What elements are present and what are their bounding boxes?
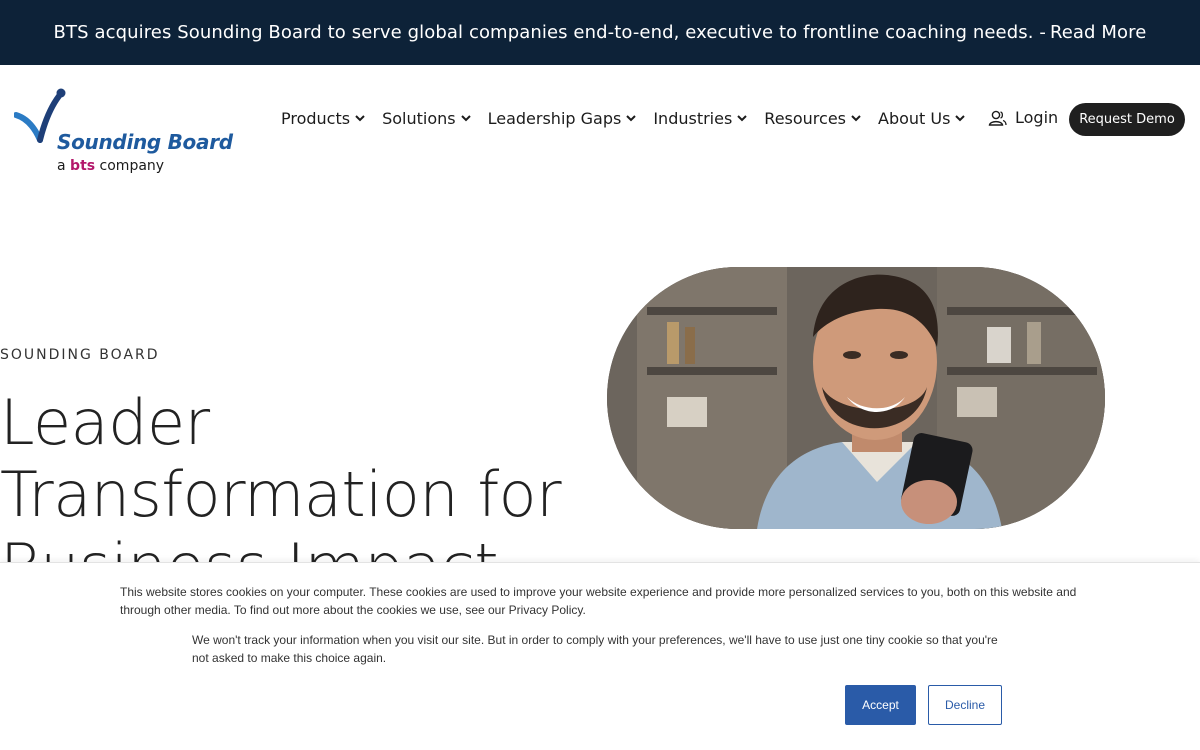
request-demo-button[interactable]: Request Demo: [1069, 103, 1185, 136]
man-smiling-at-phone-image: [607, 267, 1105, 529]
nav-item-resources[interactable]: Resources: [764, 109, 861, 128]
nav-item-solutions[interactable]: Solutions: [382, 109, 471, 128]
nav-item-label: About Us: [878, 109, 951, 128]
hero-title-line1: Leader: [0, 386, 210, 459]
hero-eyebrow: SOUNDING BOARD: [0, 347, 160, 363]
nav-item-label: Products: [281, 109, 351, 128]
accept-cookies-button[interactable]: Accept: [845, 685, 916, 725]
nav-item-label: Solutions: [382, 109, 456, 128]
login-link[interactable]: Login: [988, 108, 1058, 127]
announcement-text: BTS acquires Sounding Board to serve glo…: [53, 22, 1046, 43]
chevron-down-icon: [626, 115, 637, 122]
chevron-down-icon: [460, 115, 471, 122]
nav-item-industries[interactable]: Industries: [653, 109, 748, 128]
nav-item-about-us[interactable]: About Us: [878, 109, 966, 128]
hero-image: [607, 267, 1105, 529]
logo-tagline-prefix: a: [57, 158, 66, 174]
announcement-bar: BTS acquires Sounding Board to serve glo…: [0, 0, 1200, 65]
nav-item-label: Resources: [764, 109, 847, 128]
nav-item-leadership-gaps[interactable]: Leadership Gaps: [488, 109, 637, 128]
cookie-notice-text: This website stores cookies on your comp…: [120, 585, 1077, 617]
logo-tagline: a bts company: [57, 158, 164, 174]
login-label: Login: [1015, 108, 1059, 127]
chevron-down-icon: [355, 115, 365, 122]
chevron-down-icon: [737, 115, 748, 122]
logo-name: Sounding Board: [57, 130, 233, 154]
cookie-tracking-text: We won't track your information when you…: [192, 633, 998, 665]
decline-cookies-button[interactable]: Decline: [928, 685, 1002, 725]
main-nav: Products Solutions Leadership Gaps Indus…: [281, 109, 982, 128]
nav-item-label: Industries: [653, 109, 733, 128]
hero-title-line2: Transformation for: [0, 458, 562, 531]
logo-tagline-brand: bts: [70, 158, 96, 174]
nav-item-label: Leadership Gaps: [487, 109, 622, 128]
logo-tagline-suffix: company: [99, 158, 165, 174]
user-icon: [988, 110, 1007, 126]
chevron-down-icon: [955, 115, 966, 122]
logo[interactable]: Sounding Board a bts company: [14, 88, 234, 174]
read-more-link[interactable]: Read More: [1050, 22, 1146, 43]
site-header: Sounding Board a bts company Products So…: [0, 65, 1200, 174]
cookie-banner: This website stores cookies on your comp…: [0, 562, 1200, 750]
chevron-down-icon: [851, 115, 861, 122]
nav-item-products[interactable]: Products: [281, 109, 365, 128]
